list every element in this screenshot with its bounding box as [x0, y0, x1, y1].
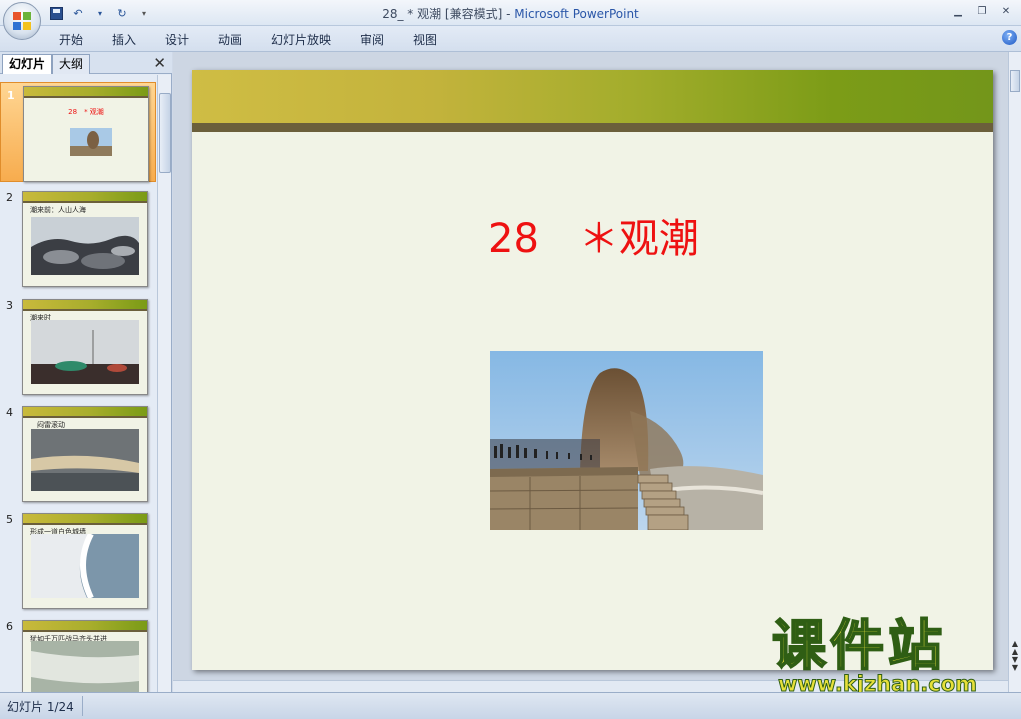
- thumbnail-title: 28 * 观潮: [68, 108, 104, 116]
- slide-thumbnail[interactable]: 闷雷滚动: [22, 406, 148, 502]
- ribbon-tab-bar: 开始 插入 设计 动画 幻灯片放映 审阅 视图 ?: [0, 26, 1021, 52]
- status-divider: [82, 696, 83, 716]
- thumbnail-number: 2: [6, 191, 13, 204]
- thumbnail-row[interactable]: 3 潮来时: [0, 293, 156, 395]
- office-button[interactable]: [3, 2, 41, 40]
- slides-panel: 幻灯片 大纲 ✕ 1 28 * 观潮 2 潮来前：人山人海 3 潮来时 4 闷雷…: [0, 52, 172, 692]
- restore-icon[interactable]: ❐: [971, 2, 993, 20]
- title-bar: ↶ ▾ ↻ ▾ 28_ * 观潮 [兼容模式] - Microsoft Powe…: [0, 0, 1021, 26]
- tab-animations[interactable]: 动画: [218, 31, 242, 48]
- tab-review[interactable]: 审阅: [360, 31, 384, 48]
- window-controls: ▁ ❐ ✕: [947, 2, 1017, 20]
- thumbnail-number: 5: [6, 513, 13, 526]
- slide-scrollbar[interactable]: ▲ ▲ ▼ ▼: [1008, 52, 1021, 692]
- slide-title[interactable]: 28 ＊观潮: [488, 206, 699, 264]
- thumbnail-row[interactable]: 2 潮来前：人山人海: [0, 185, 156, 287]
- minimize-icon[interactable]: ▁: [947, 2, 969, 20]
- window-title: 28_ * 观潮 [兼容模式] - Microsoft PowerPoint: [0, 5, 1021, 22]
- tab-design[interactable]: 设计: [165, 31, 189, 48]
- thumbnail-photo: [31, 429, 139, 491]
- thumbnail-scrollbar[interactable]: [157, 75, 171, 692]
- thumbnail-list: 1 28 * 观潮 2 潮来前：人山人海 3 潮来时 4 闷雷滚动 5 形成一道…: [0, 75, 158, 692]
- prev-next-slide-icon[interactable]: ▲ ▲ ▼ ▼: [1010, 640, 1020, 672]
- watermark: 课件站 www.kjzhan.com: [771, 614, 1004, 697]
- slide-indicator: 幻灯片 1/24: [7, 700, 74, 714]
- app-title: Microsoft PowerPoint: [514, 7, 639, 21]
- thumbnail-number: 6: [6, 620, 13, 633]
- slide-thumbnail[interactable]: 潮来前：人山人海: [22, 191, 148, 287]
- document-title: 28_ * 观潮 [兼容模式] -: [382, 7, 515, 21]
- tab-insert[interactable]: 插入: [112, 31, 136, 48]
- thumbnail-caption: 潮来前：人山人海: [30, 206, 86, 214]
- tab-outline[interactable]: 大纲: [52, 54, 91, 74]
- slide-thumbnail[interactable]: 犹如千万匹战马齐头并进: [22, 620, 148, 692]
- tidal-bore-photo[interactable]: [490, 351, 763, 530]
- thumbnail-photo: [31, 217, 139, 275]
- scroll-thumb[interactable]: [159, 93, 171, 173]
- thumbnail-row[interactable]: 1 28 * 观潮: [0, 82, 156, 182]
- watermark-logo: 课件站: [771, 614, 946, 677]
- scroll-thumb[interactable]: [1010, 70, 1020, 92]
- thumbnail-number: 3: [6, 299, 13, 312]
- panel-tabs: 幻灯片 大纲 ✕: [0, 52, 172, 74]
- slide-header-stripe: [192, 123, 993, 132]
- thumbnail-photo: [70, 128, 112, 156]
- close-icon[interactable]: ✕: [995, 2, 1017, 20]
- slide-editor: 28 ＊观潮: [173, 52, 1021, 692]
- tab-slide-show[interactable]: 幻灯片放映: [271, 31, 331, 48]
- tab-home[interactable]: 开始: [59, 31, 83, 48]
- status-bar: 幻灯片 1/24: [0, 692, 1021, 719]
- current-slide[interactable]: 28 ＊观潮: [192, 70, 993, 670]
- thumbnail-row[interactable]: 6 犹如千万匹战马齐头并进: [0, 614, 156, 692]
- thumbnail-photo: [31, 534, 139, 598]
- help-icon[interactable]: ?: [1002, 30, 1017, 45]
- slide-thumbnail[interactable]: 28 * 观潮: [23, 86, 149, 182]
- slide-thumbnail[interactable]: 潮来时: [22, 299, 148, 395]
- office-logo-icon: [13, 12, 33, 32]
- thumbnail-row[interactable]: 5 形成一道白色城墙: [0, 507, 156, 609]
- tab-view[interactable]: 视图: [413, 31, 437, 48]
- tab-slides[interactable]: 幻灯片: [2, 54, 53, 74]
- thumbnail-number: 4: [6, 406, 13, 419]
- thumbnail-photo: [31, 641, 139, 692]
- slide-thumbnail[interactable]: 形成一道白色城墙: [22, 513, 148, 609]
- thumbnail-row[interactable]: 4 闷雷滚动: [0, 400, 156, 502]
- thumbnail-number: 1: [7, 89, 15, 102]
- thumbnail-photo: [31, 320, 139, 384]
- close-panel-icon[interactable]: ✕: [153, 54, 166, 72]
- slide-header-band: [192, 70, 993, 123]
